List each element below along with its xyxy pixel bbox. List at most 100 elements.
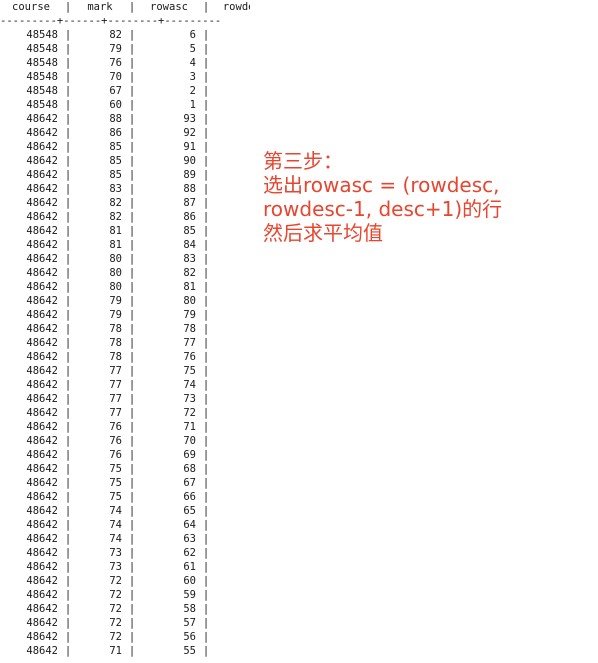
cell-rowasc: 88 bbox=[183, 183, 196, 195]
table-row: 48642|74|64|30 bbox=[0, 518, 250, 532]
column-divider: | bbox=[128, 85, 136, 97]
column-divider: | bbox=[202, 589, 210, 601]
cell-rowdesc: 5 bbox=[212, 168, 250, 182]
table-row: 48642|71|55|39 bbox=[0, 644, 250, 658]
table-row: 48642|76|71|23 bbox=[0, 420, 250, 434]
cell-mark: 76 bbox=[109, 421, 122, 433]
column-divider: | bbox=[128, 127, 136, 139]
column-divider: | bbox=[128, 477, 136, 489]
table-row: 48642|78|78|16 bbox=[0, 322, 250, 336]
cell-mark: 79 bbox=[109, 309, 122, 321]
cell-rowdesc: 13 bbox=[212, 280, 250, 294]
cell-rowasc: 6 bbox=[189, 29, 196, 41]
cell-course: 48642 bbox=[26, 197, 58, 209]
table-row: 48642|73|62|32 bbox=[0, 546, 250, 560]
cell-rowasc: 2 bbox=[189, 85, 196, 97]
cell-rowasc: 74 bbox=[183, 379, 196, 391]
column-divider: | bbox=[128, 155, 136, 167]
cell-course: 48548 bbox=[26, 29, 58, 41]
cell-rowasc: 87 bbox=[183, 197, 196, 209]
column-divider: | bbox=[64, 281, 72, 293]
cell-course: 48642 bbox=[26, 519, 58, 531]
column-divider: | bbox=[202, 505, 210, 517]
cell-rowasc: 59 bbox=[183, 589, 196, 601]
cell-rowdesc: 15 bbox=[212, 308, 250, 322]
table-row: 48642|76|70|24 bbox=[0, 434, 250, 448]
column-divider: | bbox=[128, 575, 136, 587]
cell-mark: 77 bbox=[109, 365, 122, 377]
cell-rowasc: 70 bbox=[183, 435, 196, 447]
cell-rowdesc: 31 bbox=[212, 532, 250, 546]
column-divider: | bbox=[128, 617, 136, 629]
cell-mark: 77 bbox=[109, 407, 122, 419]
column-divider: | bbox=[128, 589, 136, 601]
column-divider: | bbox=[202, 323, 210, 335]
column-divider: | bbox=[202, 645, 210, 657]
cell-rowasc: 1 bbox=[189, 99, 196, 111]
table-row: 48642|72|58|36 bbox=[0, 602, 250, 616]
column-divider: | bbox=[64, 155, 72, 167]
cell-mark: 85 bbox=[109, 169, 122, 181]
cell-mark: 73 bbox=[109, 561, 122, 573]
cell-mark: 77 bbox=[109, 393, 122, 405]
cell-course: 48642 bbox=[26, 477, 58, 489]
table-body: 48548|82|6|148548|79|5|248548|76|4|34854… bbox=[0, 28, 250, 658]
cell-rowdesc: 27 bbox=[212, 476, 250, 490]
cell-mark: 70 bbox=[109, 71, 122, 83]
table-row: 48642|75|67|27 bbox=[0, 476, 250, 490]
column-divider: | bbox=[128, 603, 136, 615]
table-row: 48642|85|89|5 bbox=[0, 168, 250, 182]
column-divider: | bbox=[128, 351, 136, 363]
column-divider: | bbox=[64, 183, 72, 195]
cell-mark: 76 bbox=[109, 435, 122, 447]
header-separator: ---------+------+--------+--------- bbox=[0, 15, 222, 27]
cell-rowasc: 57 bbox=[183, 617, 196, 629]
column-divider: | bbox=[64, 323, 72, 335]
cell-rowdesc: 6 bbox=[212, 182, 250, 196]
cell-rowasc: 76 bbox=[183, 351, 196, 363]
column-divider: | bbox=[64, 589, 72, 601]
column-divider: | bbox=[128, 393, 136, 405]
cell-mark: 74 bbox=[109, 519, 122, 531]
cell-rowdesc: 20 bbox=[212, 378, 250, 392]
table-row: 48642|82|87|7 bbox=[0, 196, 250, 210]
cell-course: 48642 bbox=[26, 575, 58, 587]
cell-mark: 76 bbox=[109, 57, 122, 69]
column-divider: | bbox=[202, 533, 210, 545]
cell-mark: 60 bbox=[109, 99, 122, 111]
cell-mark: 83 bbox=[109, 183, 122, 195]
cell-mark: 74 bbox=[109, 505, 122, 517]
table-row: 48642|79|80|14 bbox=[0, 294, 250, 308]
cell-rowasc: 67 bbox=[183, 477, 196, 489]
column-divider: | bbox=[64, 421, 72, 433]
column-divider: | bbox=[128, 491, 136, 503]
cell-mark: 79 bbox=[109, 295, 122, 307]
cell-course: 48642 bbox=[26, 631, 58, 643]
column-divider: | bbox=[202, 127, 210, 139]
cell-rowdesc: 36 bbox=[212, 602, 250, 616]
column-divider: | bbox=[64, 197, 72, 209]
column-divider: | bbox=[128, 631, 136, 643]
cell-mark: 77 bbox=[109, 379, 122, 391]
cell-rowasc: 90 bbox=[183, 155, 196, 167]
cell-rowasc: 55 bbox=[183, 645, 196, 657]
column-divider: | bbox=[128, 99, 136, 111]
column-divider: | bbox=[202, 547, 210, 559]
cell-rowdesc: 33 bbox=[212, 560, 250, 574]
cell-rowdesc: 4 bbox=[212, 154, 250, 168]
column-divider: | bbox=[64, 113, 72, 125]
column-divider: | bbox=[64, 295, 72, 307]
column-divider: | bbox=[202, 351, 210, 363]
column-divider: | bbox=[64, 603, 72, 615]
column-divider: | bbox=[64, 435, 72, 447]
cell-mark: 80 bbox=[109, 281, 122, 293]
cell-course: 48642 bbox=[26, 309, 58, 321]
cell-mark: 86 bbox=[109, 127, 122, 139]
column-divider: | bbox=[128, 197, 136, 209]
cell-mark: 80 bbox=[109, 253, 122, 265]
cell-course: 48548 bbox=[26, 57, 58, 69]
column-divider: | bbox=[64, 393, 72, 405]
cell-rowdesc: 5 bbox=[212, 84, 250, 98]
cell-course: 48642 bbox=[26, 533, 58, 545]
column-divider: | bbox=[202, 393, 210, 405]
